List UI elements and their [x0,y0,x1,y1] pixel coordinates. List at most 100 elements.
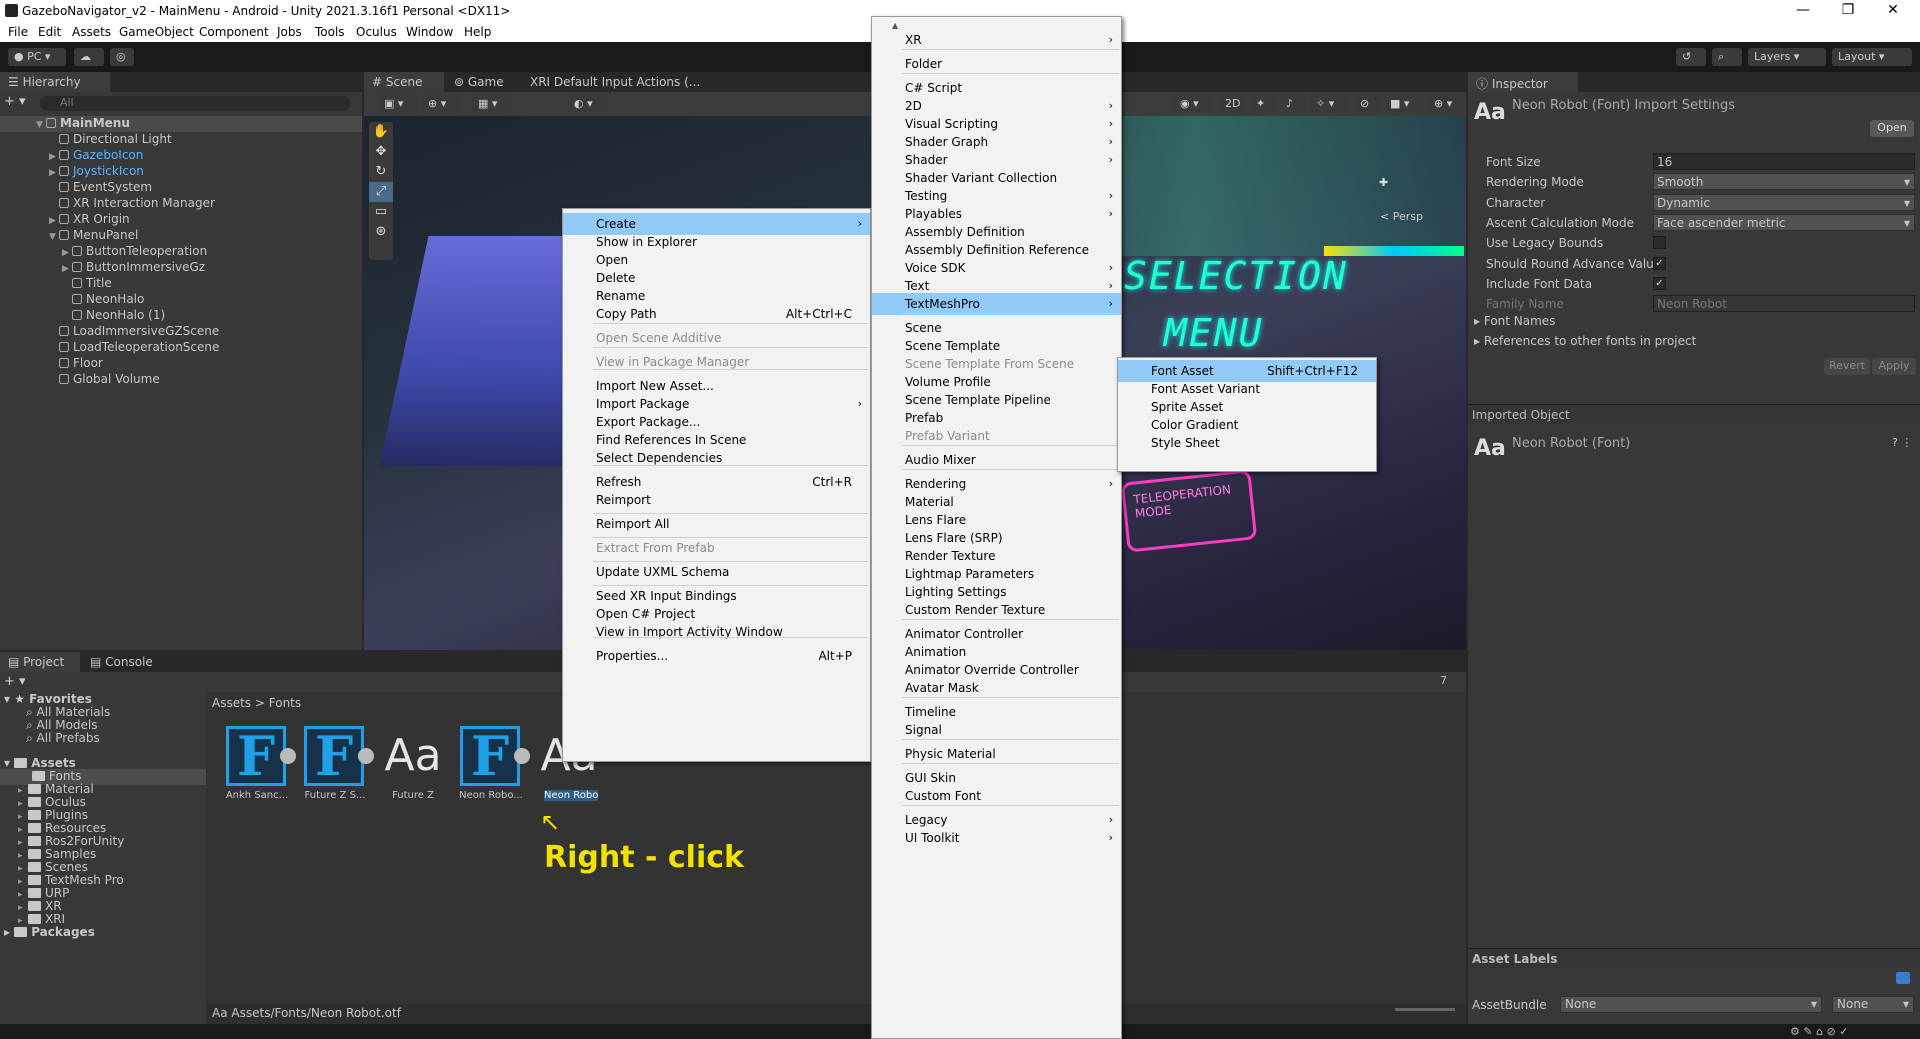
hierarchy-item[interactable]: ▶ ButtonImmersiveGz [62,260,205,276]
menu-jobs[interactable]: Jobs [277,25,302,39]
project-add-button[interactable]: + ▾ [4,674,32,692]
tab-scene[interactable]: # Scene [364,72,444,92]
hierarchy-item[interactable]: NeonHalo (1) [62,308,165,324]
expand-arrow-icon[interactable]: ▶ [49,168,59,178]
draw-mode-dropdown[interactable]: ▣ ▾ [378,95,418,113]
expand-arrow-icon[interactable]: ▼ [36,120,46,130]
preview-play-icon[interactable] [280,748,296,764]
menu-oculus[interactable]: Oculus [356,25,397,39]
preview-play-icon[interactable] [358,748,374,764]
open-button[interactable]: Open [1870,120,1914,137]
asset-item[interactable]: F Neon Robo... [456,720,530,810]
hidden-count[interactable]: 7 [1440,674,1447,687]
create-menu-item[interactable]: Custom Render Texture [872,599,1121,621]
create-menu-item[interactable]: Audio Mixer [872,449,1121,471]
collab-icon[interactable]: ◎ [110,48,134,66]
shading-dropdown[interactable]: ◐ ▾ [568,95,608,113]
asset-item[interactable]: Aa Future Z [378,720,448,810]
context-menu-item[interactable]: Copy Path Alt+Ctrl+C [563,303,870,325]
create-menu-item[interactable]: UI Toolkit › [872,827,1121,849]
field-checkbox[interactable]: ✓ [1653,276,1666,290]
camera-dropdown[interactable]: ■ ▾ [1384,95,1424,113]
hierarchy-item[interactable]: NeonHalo [62,292,144,308]
history-icon[interactable]: ↺ [1676,48,1706,66]
tab-xri-input-actions[interactable]: XRI Default Input Actions (... [522,72,712,92]
hierarchy-search-input[interactable]: All [40,96,350,111]
hierarchy-item[interactable]: Global Volume [49,372,160,388]
tab-game[interactable]: ⊚ Game [446,72,520,92]
hierarchy-item[interactable]: Floor [49,356,103,372]
help-icon[interactable]: ? ⋮ [1892,436,1912,449]
hierarchy-item[interactable]: ▶ GazeboIcon [49,148,143,164]
field-value[interactable]: Smooth ▾ [1653,173,1915,191]
tab-inspector[interactable]: ⓘ Inspector [1468,72,1578,92]
create-menu-item[interactable]: Custom Font [872,785,1121,807]
grid-snap-button[interactable]: ▦ ▾ [472,95,512,113]
tab-console[interactable]: ▤ Console [82,652,162,672]
create-menu-item[interactable]: Signal [872,719,1121,741]
hierarchy-item[interactable]: LoadImmersiveGZScene [49,324,219,340]
transform-tool-icon[interactable]: ⊛ [369,222,393,242]
font-names-foldout[interactable]: ▸ Font Names [1474,314,1555,328]
create-menu-item[interactable]: TextMeshPro › [872,293,1121,315]
menu-tools[interactable]: Tools [315,25,345,39]
field-value[interactable]: 16 [1653,153,1915,170]
favorite-item[interactable]: ⌕ All Prefabs [26,731,100,747]
hierarchy-item[interactable]: LoadTeleoperationScene [49,340,219,356]
menu-assets[interactable]: Assets [72,25,111,39]
field-checkbox[interactable] [1653,236,1666,250]
hand-tool-icon[interactable]: ✋ [369,122,393,142]
rect-tool-icon[interactable]: ▭ [369,202,393,222]
revert-button[interactable]: Revert [1824,358,1870,375]
asset-bundle-variant-dropdown[interactable]: None ▾ [1832,996,1914,1013]
create-menu-item[interactable]: Folder [872,53,1121,75]
tmp-menu-item[interactable]: Style Sheet [1118,432,1376,454]
search-icon[interactable]: ⌕ [1712,48,1742,66]
tab-hierarchy[interactable]: ☰ Hierarchy [0,72,110,92]
context-menu-item[interactable]: Reimport [563,489,870,511]
field-checkbox[interactable]: ✓ [1653,256,1666,270]
platform-dropdown[interactable]: ● PC ▾ [8,48,66,66]
asset-bundle-dropdown[interactable]: None ▾ [1560,996,1822,1013]
menu-file[interactable]: File [8,25,28,39]
create-menu-item[interactable]: Physic Material [872,743,1121,765]
scene-gizmo-axis-icon[interactable]: ✚ [1379,176,1388,189]
expand-arrow-icon[interactable]: ▶ [49,152,59,162]
tab-project[interactable]: ▤ Project [0,652,80,672]
expand-arrow-icon[interactable]: ▼ [49,232,59,242]
breadcrumb-fonts[interactable]: Fonts [269,696,301,710]
create-menu-item[interactable]: XR › [872,29,1121,51]
label-tag-icon[interactable] [1896,972,1910,984]
menu-gameobject[interactable]: GameObject [119,25,194,39]
audio-toggle-icon[interactable]: ♪ [1280,95,1306,113]
hierarchy-item[interactable]: Directional Light [49,132,172,148]
expand-arrow-icon[interactable]: ▶ [49,216,59,226]
layers-dropdown[interactable]: Layers ▾ [1748,48,1826,66]
field-value[interactable]: Dynamic ▾ [1653,193,1915,211]
asset-item[interactable]: F Future Z S... [300,720,374,810]
hierarchy-item[interactable]: XR Interaction Manager [49,196,215,212]
asset-item[interactable]: F Ankh Sanc... [222,720,296,810]
hidden-objects-icon[interactable]: ⊘ [1354,95,1380,113]
layout-dropdown[interactable]: Layout ▾ [1832,48,1912,66]
breadcrumb-assets[interactable]: Assets [212,696,251,710]
context-menu-item[interactable]: View in Import Activity Window [563,621,870,643]
expand-arrow-icon[interactable]: ▶ [62,264,72,274]
hierarchy-item[interactable]: ▶ JoystickIcon [49,164,144,180]
cloud-icon[interactable]: ☁ [74,48,104,66]
effects-dropdown[interactable]: ✧ ▾ [1310,95,1350,113]
hierarchy-item[interactable]: ▼ MenuPanel [49,228,138,244]
gizmos-dropdown[interactable]: ⊕ ▾ [1428,95,1464,113]
hierarchy-item[interactable]: Title [62,276,112,292]
add-button[interactable]: + ▾ [4,94,32,112]
lighting-toggle-icon[interactable]: ✦ [1250,95,1276,113]
field-value[interactable]: Face ascender metric ▾ [1653,213,1915,231]
persp-label[interactable]: < Persp [1380,210,1423,223]
icon-size-slider[interactable] [1395,1008,1455,1011]
hierarchy-item[interactable]: ▶ ButtonTeleoperation [62,244,207,260]
create-menu-item[interactable]: Avatar Mask [872,677,1121,699]
hierarchy-item[interactable]: ▶ XR Origin [49,212,130,228]
global-dropdown[interactable]: ⊕ ▾ [422,95,462,113]
references-foldout[interactable]: ▸ References to other fonts in project [1474,334,1696,348]
menu-edit[interactable]: Edit [38,25,61,39]
